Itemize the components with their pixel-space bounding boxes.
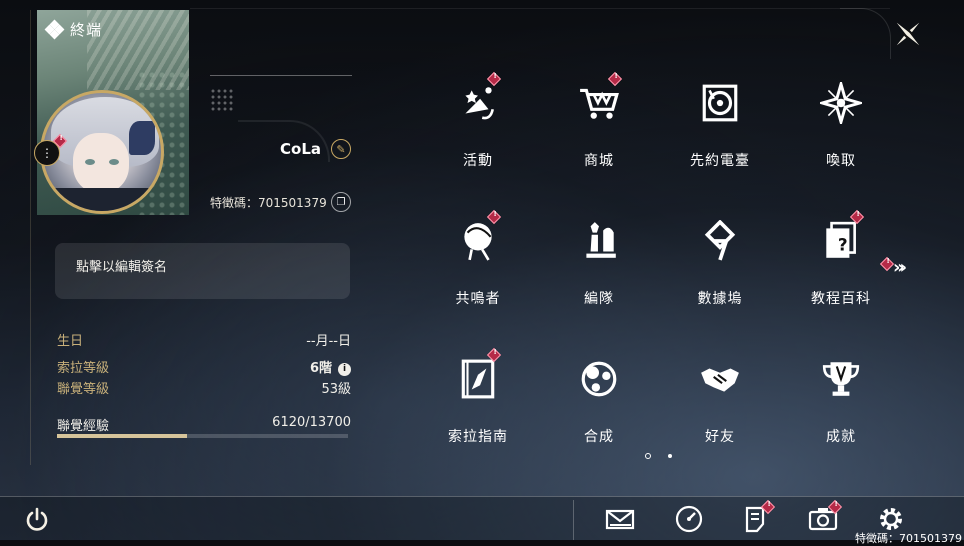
feature-team-chess[interactable]: 編隊: [544, 206, 654, 316]
union-level-label: 聯覺等級: [57, 382, 110, 397]
feature-guide-compass-book[interactable]: 索拉指南: [423, 344, 533, 454]
feature-trophy[interactable]: 成就: [786, 344, 896, 454]
player-id: 特徵碼：701501379: [210, 196, 327, 210]
feature-label: 好友: [705, 429, 735, 445]
feature-shopping-cart[interactable]: 商城: [544, 68, 654, 178]
mail-icon[interactable]: [605, 504, 635, 534]
copy-icon: ❐: [336, 196, 346, 208]
feature-label: 成就: [826, 429, 856, 445]
feature-label: 編隊: [584, 291, 614, 307]
notice-button[interactable]: [741, 499, 776, 534]
union-exp-bar-fill: [57, 434, 187, 438]
union-exp-label: 聯覺經驗: [57, 419, 110, 434]
sola-level-label: 索拉等級: [57, 361, 110, 376]
bottom-divider: [573, 500, 574, 540]
avatar-eye-left: [85, 159, 95, 165]
terminal-diamond-icon: [44, 19, 65, 39]
feature-label: 喚取: [826, 153, 856, 169]
avatar-eye-right: [109, 159, 119, 165]
copy-id-button[interactable]: ❐: [331, 192, 351, 212]
feature-label: 先約電臺: [690, 153, 750, 169]
feature-label: 商城: [584, 153, 614, 169]
feature-tutorial-book[interactable]: ? 教程百科: [786, 206, 896, 316]
feature-data-bank[interactable]: 數據塢: [665, 206, 775, 316]
handshake-icon: [701, 368, 739, 392]
camera-button[interactable]: [808, 499, 843, 534]
data-bank-icon: [704, 220, 736, 261]
feature-compass-star[interactable]: 喚取: [786, 68, 896, 178]
footer-player-id: 特徵碼：701501379: [855, 532, 962, 545]
svg-text:?: ?: [838, 234, 848, 254]
birthday-row: 生日 --月--日: [57, 330, 351, 349]
sola-level-value: 6階: [309, 361, 332, 376]
feature-label: 索拉指南: [448, 429, 508, 445]
dot-grid-decoration: [210, 88, 234, 112]
name-divider: [210, 75, 352, 76]
feature-label: 共鳴者: [455, 291, 501, 307]
feature-synthesis-orbs[interactable]: 合成: [544, 344, 654, 454]
team-chess-icon: [586, 222, 616, 258]
guide-compass-book-icon: [461, 359, 495, 399]
window-title: 終端: [44, 19, 103, 40]
birthday-label: 生日: [57, 334, 84, 349]
resonator-head-icon: [464, 223, 492, 261]
trophy-icon: [822, 362, 860, 396]
power-icon[interactable]: [24, 507, 50, 533]
union-exp-bar: [57, 434, 348, 438]
top-divider-line: [190, 8, 890, 9]
compass-star-icon: [820, 82, 862, 124]
pencil-icon: ✎: [336, 142, 346, 156]
sola-level-row: 索拉等級 6階 i: [57, 357, 351, 376]
feature-label: 數據塢: [697, 291, 743, 307]
feature-label: 活動: [463, 153, 493, 169]
union-exp-row: 聯覺經驗 6120/13700: [57, 415, 351, 434]
player-name: CoLa: [280, 140, 321, 158]
page-indicator[interactable]: [668, 454, 672, 458]
edit-name-button[interactable]: ✎: [331, 139, 351, 159]
shopping-cart-icon: [580, 88, 619, 119]
avatar-face: [73, 133, 129, 193]
feature-event-party[interactable]: 活動: [423, 68, 533, 178]
event-party-icon: [465, 87, 494, 120]
avatar-coat: [53, 188, 157, 211]
birthday-value: --月--日: [306, 334, 351, 349]
feature-label: 合成: [584, 429, 614, 445]
feature-radio-turntable[interactable]: 先約電臺: [665, 68, 775, 178]
tutorial-book-icon: ?: [826, 221, 856, 258]
corner-decoration: [840, 8, 891, 59]
union-level-value: 53級: [321, 382, 351, 397]
avatar-bow: [129, 121, 155, 155]
radio-turntable-icon: [702, 84, 738, 122]
info-icon[interactable]: i: [338, 363, 351, 376]
signature-edit-box[interactable]: 點擊以編輯簽名: [55, 243, 350, 299]
window-title-text: 終端: [70, 21, 103, 39]
close-icon[interactable]: [892, 18, 924, 50]
next-page-arrow-icon[interactable]: »›: [893, 257, 907, 278]
feature-resonator-head[interactable]: 共鳴者: [423, 206, 533, 316]
feature-handshake[interactable]: 好友: [665, 344, 775, 454]
feature-label: 教程百科: [811, 291, 871, 307]
union-exp-value: 6120/13700: [272, 415, 351, 430]
union-level-row: 聯覺等級 53級: [57, 378, 351, 397]
synthesis-orbs-icon: [581, 361, 617, 397]
page-indicator-active[interactable]: [645, 453, 651, 459]
clock-icon[interactable]: [674, 504, 704, 534]
signature-placeholder: 點擊以編輯簽名: [76, 260, 168, 275]
